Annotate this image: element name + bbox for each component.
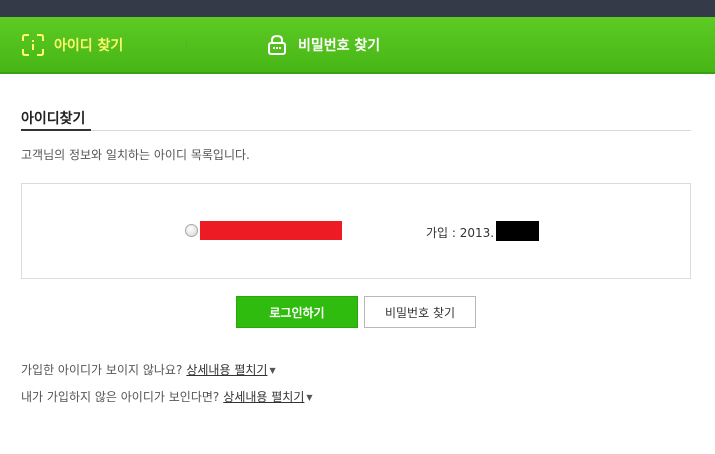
id-scan-icon [22,33,54,56]
title-divider [21,130,691,131]
redacted-user-id [200,221,342,240]
redacted-join-date [496,221,539,241]
tab-find-id-label: 아이디 찾기 [54,37,124,54]
find-password-button[interactable]: 비밀번호 찾기 [364,296,476,328]
login-button[interactable]: 로그인하기 [236,296,358,328]
help-question: 내가 가입하지 않은 아이디가 보인다면? [21,390,220,404]
expand-details-link[interactable]: 상세내용 펼치기 [223,390,304,404]
section-title: 아이디찾기 [21,111,86,127]
tab-find-password[interactable]: 비밀번호 찾기 [266,17,380,72]
id-select-radio[interactable] [185,224,198,237]
tab-find-password-label: 비밀번호 찾기 [298,37,381,54]
id-result-box: 가입 : 2013. [21,183,691,279]
join-date-label: 가입 : 2013. [426,226,495,240]
result-description: 고객님의 정보와 일치하는 아이디 목록입니다. [21,148,250,162]
tab-find-id[interactable]: 아이디 찾기 [22,17,123,72]
caret-down-icon: ▼ [306,393,313,402]
expand-details-link[interactable]: 상세내용 펼치기 [186,363,267,377]
help-id-not-visible: 가입한 아이디가 보이지 않나요? 상세내용 펼치기 ▼ [21,361,276,378]
help-unknown-id: 내가 가입하지 않은 아이디가 보인다면? 상세내용 펼치기 ▼ [21,388,313,405]
tab-divider [186,39,187,53]
caret-down-icon: ▼ [269,366,276,375]
help-question: 가입한 아이디가 보이지 않나요? [21,363,183,377]
password-lock-icon [266,34,298,56]
title-underline [21,129,91,131]
tab-bar: 아이디 찾기 비밀번호 찾기 [0,17,715,74]
top-bar [0,0,715,17]
